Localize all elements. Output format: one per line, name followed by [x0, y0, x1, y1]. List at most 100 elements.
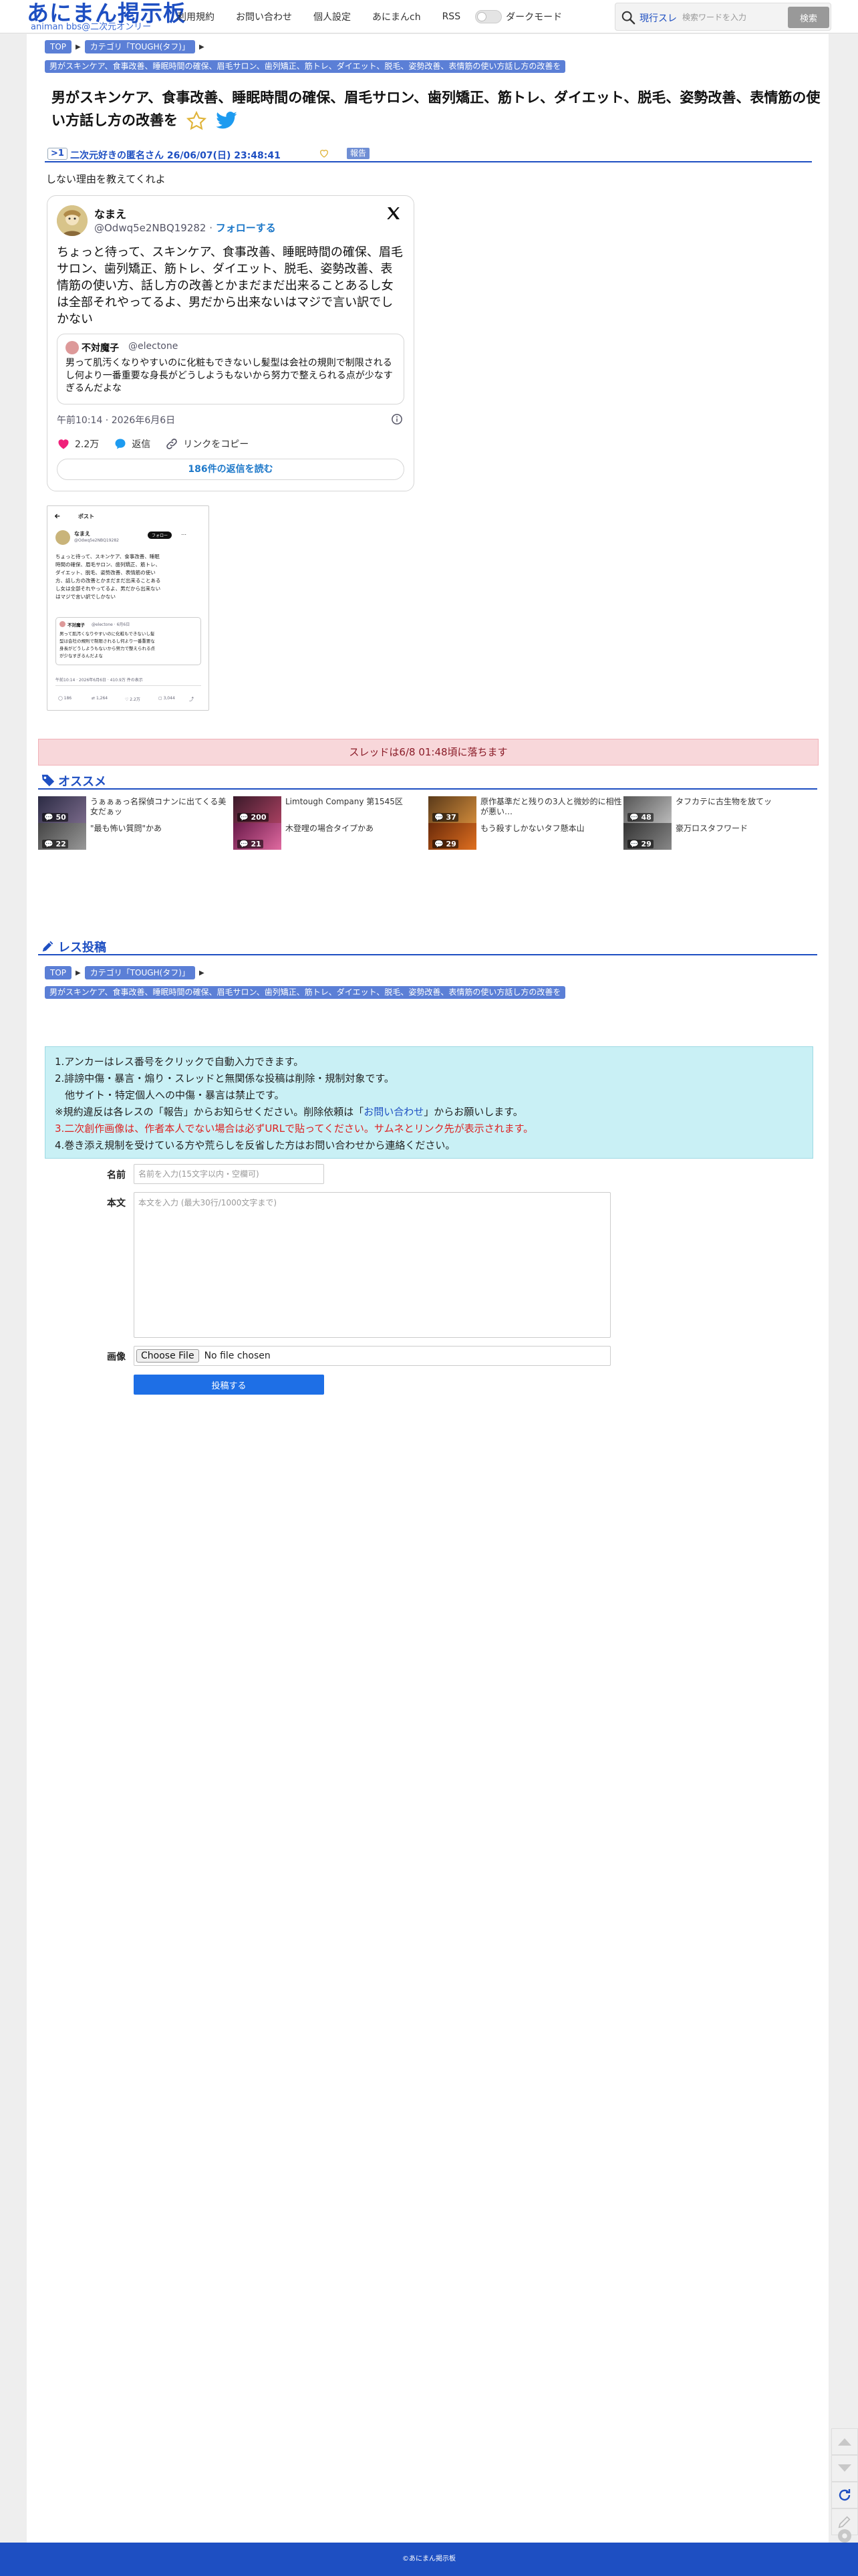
reply-count-value: 48: [641, 813, 652, 822]
shot-quote-avatar: [59, 621, 65, 627]
breadcrumb-category[interactable]: カテゴリ「TOUGH(タフ)」: [84, 40, 195, 53]
recommend-item[interactable]: 💬 37 原作基準だと残りの3人と微妙的に相性が悪い…: [428, 796, 623, 823]
rule-line: 1.アンカーはレス番号をクリックで自動入力できます。: [55, 1056, 304, 1068]
toggle-knob: [477, 12, 487, 21]
reply-count-value: 21: [251, 840, 261, 848]
breadcrumb-top[interactable]: TOP: [45, 966, 72, 979]
recommend-item[interactable]: 💬 29 もう殺すしかないタフ懸本山: [428, 823, 623, 850]
heart-icon[interactable]: [319, 148, 329, 158]
contact-link[interactable]: お問い合わせ: [364, 1106, 424, 1118]
site-header: あにまん掲示板 animan bbs@二次元オンリー 利用規約 お問い合わせ 個…: [0, 0, 858, 33]
attached-image[interactable]: ポスト なまえ @Odwq5e2NBQ19282 フォロー ⋯ ちょっと待って、…: [47, 505, 209, 711]
submit-button[interactable]: 投稿する: [134, 1375, 324, 1395]
nav-animanch[interactable]: あにまんch: [372, 10, 421, 23]
tweet-author-handle: @Odwq5e2NBQ19282 · フォローする: [94, 221, 276, 235]
site-footer: ©あにまん掲示板: [0, 2543, 858, 2576]
twitter-icon[interactable]: [215, 111, 238, 131]
recommend-thumbnail: 💬 48: [623, 796, 672, 823]
recommend-item[interactable]: 💬 29 豪万ロスタフワード: [623, 823, 819, 850]
shot-text-line: 時間の確保、眉毛サロン、歯列矯正、筋トレ、: [55, 562, 161, 568]
tweet-copy-link-action[interactable]: リンクをコピー: [165, 437, 249, 451]
back-arrow-icon: [54, 513, 60, 519]
reply-count: 💬 50: [42, 813, 68, 822]
poster-name-date: 二次元好きの匿名さん 26/06/07(日) 23:48:41: [70, 150, 281, 161]
nav-rss[interactable]: RSS: [442, 11, 461, 22]
recommend-title: "最も怖い質問"かあ: [90, 824, 162, 833]
tweet-date[interactable]: 午前10:14 · 2026年6月6日: [57, 413, 175, 427]
choose-file-button[interactable]: Choose File: [136, 1349, 199, 1363]
shot-text-line: はマジで言い訳でしかない: [55, 594, 116, 600]
chevron-up-icon: [838, 2438, 851, 2446]
reply-count: 💬 37: [432, 813, 458, 822]
quoted-avatar: [65, 341, 79, 354]
recommend-item[interactable]: 💬 21 木登哩の場合タイプかあ: [233, 823, 428, 850]
tweet-follow-link[interactable]: フォローする: [216, 222, 276, 234]
report-button[interactable]: 報告: [347, 148, 370, 159]
pencil-icon: [42, 941, 53, 952]
tweet-text: ちょっと待って、スキンケア、食事改善、睡眠時間の確保、眉毛サロン、歯列矯正、筋ト…: [57, 245, 403, 326]
recommend-item[interactable]: 💬 200 Limtough Company 第1545区: [233, 796, 428, 823]
shot-stat-value: 1,264: [96, 696, 108, 701]
nav-contact[interactable]: お問い合わせ: [236, 10, 292, 23]
recommend-title: タフカテに古生物を放てッ: [676, 797, 772, 806]
tweet-avatar[interactable]: [57, 205, 88, 236]
breadcrumb: TOP ▶ カテゴリ「TOUGH(タフ)」 ▶: [45, 966, 208, 979]
scroll-top-button[interactable]: [831, 2428, 858, 2455]
search-button[interactable]: 検索: [788, 7, 829, 28]
search-input[interactable]: [682, 9, 782, 26]
read-replies-button[interactable]: 186件の返信を読む: [57, 459, 404, 480]
shot-meta: 午前10:14 · 2026年6月6日 · 410.9万 件の表示: [55, 678, 143, 683]
tweet-handle-text: @Odwq5e2NBQ19282 ·: [94, 222, 216, 234]
tweet-reply-action[interactable]: 返信: [114, 437, 150, 451]
shot-quote-name: 不対魔子: [67, 622, 85, 628]
embedded-tweet: なまえ @Odwq5e2NBQ19282 · フォローする ちょっと待って、スキ…: [47, 195, 414, 491]
tweet-author-name: なまえ: [94, 208, 127, 221]
body-textarea[interactable]: [134, 1192, 611, 1338]
thread-tag[interactable]: 男がスキンケア、食事改善、睡眠時間の確保、眉毛サロン、歯列矯正、筋トレ、ダイエッ…: [45, 986, 566, 999]
reload-icon: [839, 2489, 851, 2501]
post-header: >1 二次元好きの匿名さん 26/06/07(日) 23:48:41 報告: [45, 146, 812, 162]
quoted-text: 男って肌汚くなりやすいのに化粧もできないし髪型は会社の規則で制限されるし何より一…: [65, 358, 393, 394]
breadcrumb-separator: ▶: [76, 969, 81, 977]
shot-more-icon: ⋯: [181, 532, 186, 538]
recommend-list: 💬 50 うぁぁぁっ名探偵コナンに出てくる美女だぁッ 💬 200 Limtoug…: [38, 796, 820, 856]
search-mode-select[interactable]: 現行スレ: [639, 11, 677, 25]
reply-count: 💬 21: [237, 840, 263, 848]
shot-author-handle: @Odwq5e2NBQ19282: [74, 538, 119, 543]
reply-count-value: 22: [55, 840, 66, 848]
dark-mode-toggle[interactable]: [475, 10, 503, 23]
scroll-bottom-button[interactable]: [831, 2455, 858, 2482]
thread-tag[interactable]: 男がスキンケア、食事改善、睡眠時間の確保、眉毛サロン、歯列矯正、筋トレ、ダイエッ…: [45, 60, 566, 73]
quoted-author-name: 不対魔子: [82, 343, 119, 354]
shot-follow-button: フォロー: [148, 532, 172, 539]
image-file-input[interactable]: Choose File No file chosen: [134, 1346, 611, 1366]
body-label: 本文: [107, 1198, 126, 1209]
settings-button[interactable]: [831, 2529, 858, 2543]
x-logo-icon[interactable]: [386, 205, 402, 221]
tweet-copy-link-label: リンクをコピー: [183, 439, 249, 450]
nav-settings[interactable]: 個人設定: [313, 10, 351, 23]
tweet-like-action[interactable]: 2.2万: [57, 437, 99, 451]
recommend-item[interactable]: 💬 48 タフカテに古生物を放てッ: [623, 796, 819, 823]
res-number[interactable]: >1: [47, 148, 67, 160]
name-input[interactable]: [134, 1164, 324, 1184]
reply-count-value: 50: [55, 813, 66, 822]
rule-line: 他サイト・特定個人への中傷・暴言は禁止です。: [55, 1089, 285, 1101]
breadcrumb-category[interactable]: カテゴリ「TOUGH(タフ)」: [84, 966, 195, 979]
reload-button[interactable]: [831, 2482, 858, 2508]
breadcrumb-top[interactable]: TOP: [45, 40, 72, 53]
reply-count: 💬 29: [627, 840, 654, 848]
shot-quote-line: 型は会社の規則で制限されるし何より一番重要な: [59, 638, 155, 644]
info-icon[interactable]: [391, 413, 403, 425]
shot-quote-line: が少なすぎるんだよな: [59, 653, 103, 659]
recommend-item[interactable]: 💬 22 "最も怖い質問"かあ: [38, 823, 233, 850]
recommend-title: 原作基準だと残りの3人と微妙的に相性が悪い…: [480, 797, 622, 816]
quoted-tweet[interactable]: 不対魔子 @electone 男って肌汚くなりやすいのに化粧もできないし髪型は会…: [57, 334, 404, 404]
recommend-title: うぁぁぁっ名探偵コナンに出てくる美女だぁッ: [90, 797, 227, 816]
heart-filled-icon: [58, 439, 69, 449]
nav-terms[interactable]: 利用規約: [177, 10, 214, 23]
recommend-item[interactable]: 💬 50 うぁぁぁっ名探偵コナンに出てくる美女だぁッ: [38, 796, 233, 823]
reply-count: 💬 200: [237, 813, 269, 822]
star-icon[interactable]: [186, 110, 207, 132]
site-logo[interactable]: あにまん掲示板 animan bbs@二次元オンリー: [27, 1, 185, 32]
